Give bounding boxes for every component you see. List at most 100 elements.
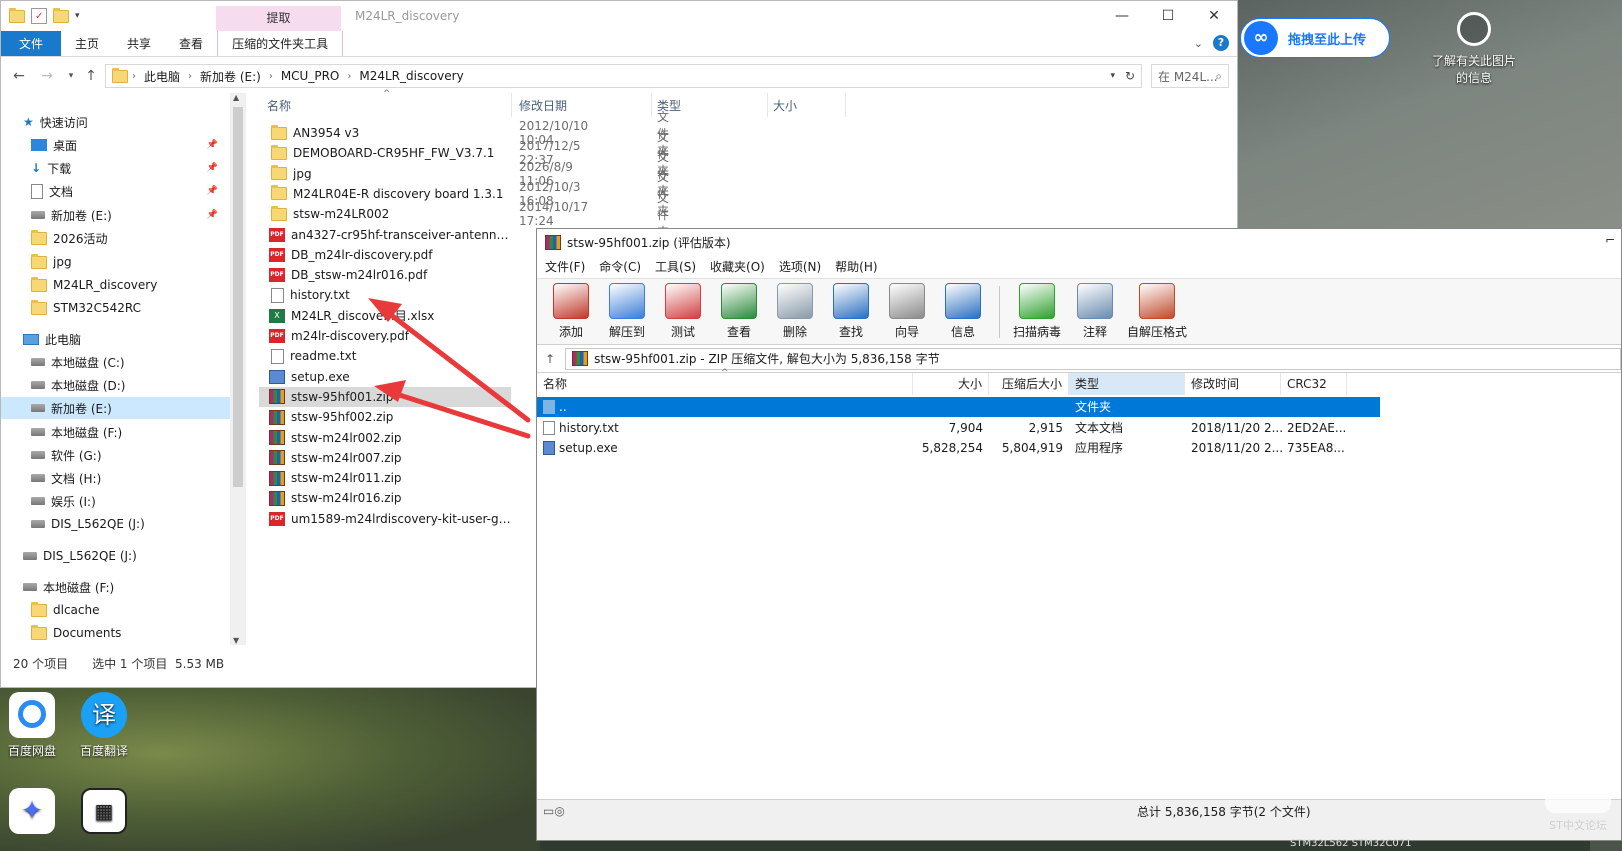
minimize-button[interactable]: — — [1099, 1, 1145, 31]
file-row[interactable]: stsw-95hf002.zip — [259, 407, 519, 427]
sidebar-item[interactable]: STM32C542RC — [1, 297, 230, 319]
file-row[interactable]: stsw-m24lr011.zip — [259, 468, 519, 488]
drive-status-icon[interactable]: ▭◎ — [543, 804, 565, 818]
scroll-down-icon[interactable]: ▼ — [233, 636, 239, 645]
sidebar-item[interactable]: 本地磁盘 (C:) — [1, 351, 230, 373]
recent-chevron-icon[interactable]: ▾ — [61, 71, 81, 81]
maximize-button[interactable]: ☐ — [1145, 1, 1191, 31]
breadcrumb-mcu-pro[interactable]: MCU_PRO — [277, 69, 344, 83]
refresh-icon[interactable]: ↻ — [1125, 69, 1135, 83]
up-arrow-icon[interactable]: ↑ — [81, 68, 101, 84]
desktop-shortcut-baidu-netdisk[interactable]: 百度网盘 — [0, 692, 64, 759]
desktop-shortcut-logic[interactable]: ▦ — [72, 788, 136, 838]
breadcrumb-this-pc[interactable]: 此电脑 — [140, 68, 184, 85]
close-button[interactable]: ✕ — [1191, 1, 1237, 31]
file-row[interactable]: PDF DB_m24lr-discovery.pdf — [259, 245, 519, 265]
file-row[interactable]: X M24LR_discove...目.xlsx — [259, 306, 519, 326]
column-divider[interactable] — [845, 93, 846, 117]
tab-share[interactable]: 共享 — [113, 31, 165, 56]
toolbar-button-view[interactable]: 查看 — [711, 283, 767, 340]
archive-row[interactable]: history.txt 7,904 2,915 文本文档 2018/11/20 2...… — [537, 418, 1380, 438]
file-row[interactable]: stsw-m24lr007.zip — [259, 448, 519, 468]
menu-tools[interactable]: 工具(S) — [655, 258, 696, 275]
sidebar-item[interactable]: 新加卷 (E:) 📌 — [1, 204, 230, 226]
nav-scrollbar[interactable]: ▲ ▼ — [230, 93, 246, 645]
sidebar-item[interactable]: 文档 (H:) — [1, 467, 230, 489]
expand-ribbon-icon[interactable]: ⌄ — [1194, 37, 1203, 50]
search-input[interactable]: 在 M24L... ⌕ — [1151, 64, 1229, 88]
file-row[interactable]: readme.txt — [259, 346, 519, 366]
pin-icon[interactable]: 📌 — [207, 186, 218, 196]
folder-icon[interactable] — [9, 7, 25, 23]
nav-scroll-thumb[interactable] — [233, 107, 243, 487]
column-header-packed[interactable]: 压缩后大小 — [989, 373, 1069, 395]
tab-file[interactable]: 文件 — [1, 31, 62, 56]
toolbar-button-wizard[interactable]: 向导 — [879, 283, 935, 340]
menu-help[interactable]: 帮助(H) — [835, 258, 877, 275]
sidebar-item[interactable]: 本地磁盘 (F:) — [1, 421, 230, 443]
archive-list-empty-area[interactable] — [537, 671, 927, 799]
help-icon[interactable]: ? — [1213, 35, 1229, 51]
toolbar-button-find[interactable]: 查找 — [823, 283, 879, 340]
sidebar-item[interactable]: 本地磁盘 (F:) — [1, 576, 230, 598]
tab-compressed-folder-tools[interactable]: 压缩的文件夹工具 — [217, 31, 344, 56]
menu-favorites[interactable]: 收藏夹(O) — [710, 258, 765, 275]
drag-upload-button[interactable]: ∞ 拖拽至此上传 — [1240, 18, 1390, 58]
file-row[interactable]: stsw-m24LR0022014/10/17 17:24文件夹 — [259, 191, 669, 239]
toolbar-button-info[interactable]: 信息 — [935, 283, 991, 340]
pin-icon[interactable]: 📌 — [207, 210, 218, 220]
back-arrow-icon[interactable]: ← — [9, 68, 29, 84]
file-row[interactable]: PDF m24lr-discovery.pdf — [259, 326, 519, 346]
menu-commands[interactable]: 命令(C) — [599, 258, 641, 275]
sidebar-item[interactable]: DIS_L562QE (J:) — [1, 545, 230, 567]
context-tab-extract[interactable]: 提取 — [216, 6, 341, 31]
pin-icon[interactable]: 📌 — [207, 163, 218, 173]
pin-icon[interactable]: 📌 — [207, 140, 218, 150]
menu-options[interactable]: 选项(N) — [779, 258, 821, 275]
up-one-level-icon[interactable]: ↑ — [545, 352, 555, 366]
toolbar-button-sfx[interactable]: 自解压格式 — [1124, 283, 1190, 340]
column-divider[interactable] — [767, 93, 768, 117]
tab-home[interactable]: 主页 — [61, 31, 113, 56]
file-row[interactable]: stsw-m24lr016.zip — [259, 488, 519, 508]
column-header-date[interactable]: 修改日期 — [519, 97, 567, 114]
sidebar-item[interactable]: 此电脑 — [1, 328, 230, 350]
toolbar-button-scan-virus[interactable]: 扫描病毒 — [1008, 283, 1066, 340]
archive-row[interactable]: setup.exe 5,828,254 5,804,919 应用程序 2018/11/2… — [537, 438, 1380, 458]
toolbar-button-delete[interactable]: 删除 — [767, 283, 823, 340]
sidebar-item[interactable]: 2026活动 — [1, 227, 230, 249]
search-icon[interactable]: ⌕ — [1215, 69, 1222, 84]
file-row[interactable]: setup.exe — [259, 367, 519, 387]
scroll-up-icon[interactable]: ▲ — [233, 93, 239, 102]
sidebar-item[interactable]: 桌面 📌 — [1, 134, 230, 156]
file-row[interactable]: history.txt — [259, 285, 519, 305]
sidebar-item[interactable]: Documents — [1, 622, 230, 644]
column-header-type[interactable]: 类型 — [1069, 373, 1185, 395]
sidebar-item[interactable]: 本地磁盘 (D:) — [1, 374, 230, 396]
column-header-mtime[interactable]: 修改时间 — [1185, 373, 1281, 395]
sidebar-item[interactable]: DIS_L562QE (J:) — [1, 513, 230, 535]
column-divider[interactable] — [511, 93, 512, 117]
file-row[interactable]: PDF um1589-m24lrdiscovery-kit-user-gui... — [259, 509, 519, 529]
toolbar-button-comment[interactable]: 注释 — [1066, 283, 1124, 340]
file-row[interactable]: AN3954 v3 2012/10/10 10:04 文件夹 — [259, 110, 669, 158]
sidebar-item[interactable]: dlcache — [1, 599, 230, 621]
breadcrumb-m24lr-discovery[interactable]: M24LR_discovery — [355, 69, 467, 83]
toolbar-button-test[interactable]: 测试 — [655, 283, 711, 340]
column-header-name[interactable]: 名称 — [267, 97, 291, 114]
sidebar-item[interactable]: 软件 (G:) — [1, 444, 230, 466]
forward-arrow-icon[interactable]: → — [37, 68, 57, 84]
sidebar-item[interactable]: jpg — [1, 251, 230, 273]
image-info-button[interactable]: 了解有关此图片的信息 — [1432, 12, 1516, 86]
file-row[interactable]: PDF an4327-cr95hf-transceiver-antenna-t..… — [259, 225, 519, 245]
column-header-size[interactable]: 大小 — [773, 97, 797, 114]
tab-view[interactable]: 查看 — [165, 31, 217, 56]
file-row[interactable]: DEMOBOARD-CR95HF_FW_V3.7.1 2017/12/5 22:3… — [259, 130, 669, 178]
file-row[interactable]: stsw-95hf001.zip — [259, 386, 511, 407]
sidebar-item[interactable]: ★ 快速访问 — [1, 111, 230, 133]
archive-row[interactable]: .. 文件夹 — [537, 397, 1380, 417]
column-header-crc32[interactable]: CRC32 — [1281, 373, 1347, 395]
toolbar-button-extract-to[interactable]: 解压到 — [599, 283, 655, 340]
file-row[interactable]: stsw-m24lr002.zip — [259, 428, 519, 448]
file-row[interactable]: M24LR04E-R discovery board 1.3.1 2012/10/… — [259, 170, 669, 218]
